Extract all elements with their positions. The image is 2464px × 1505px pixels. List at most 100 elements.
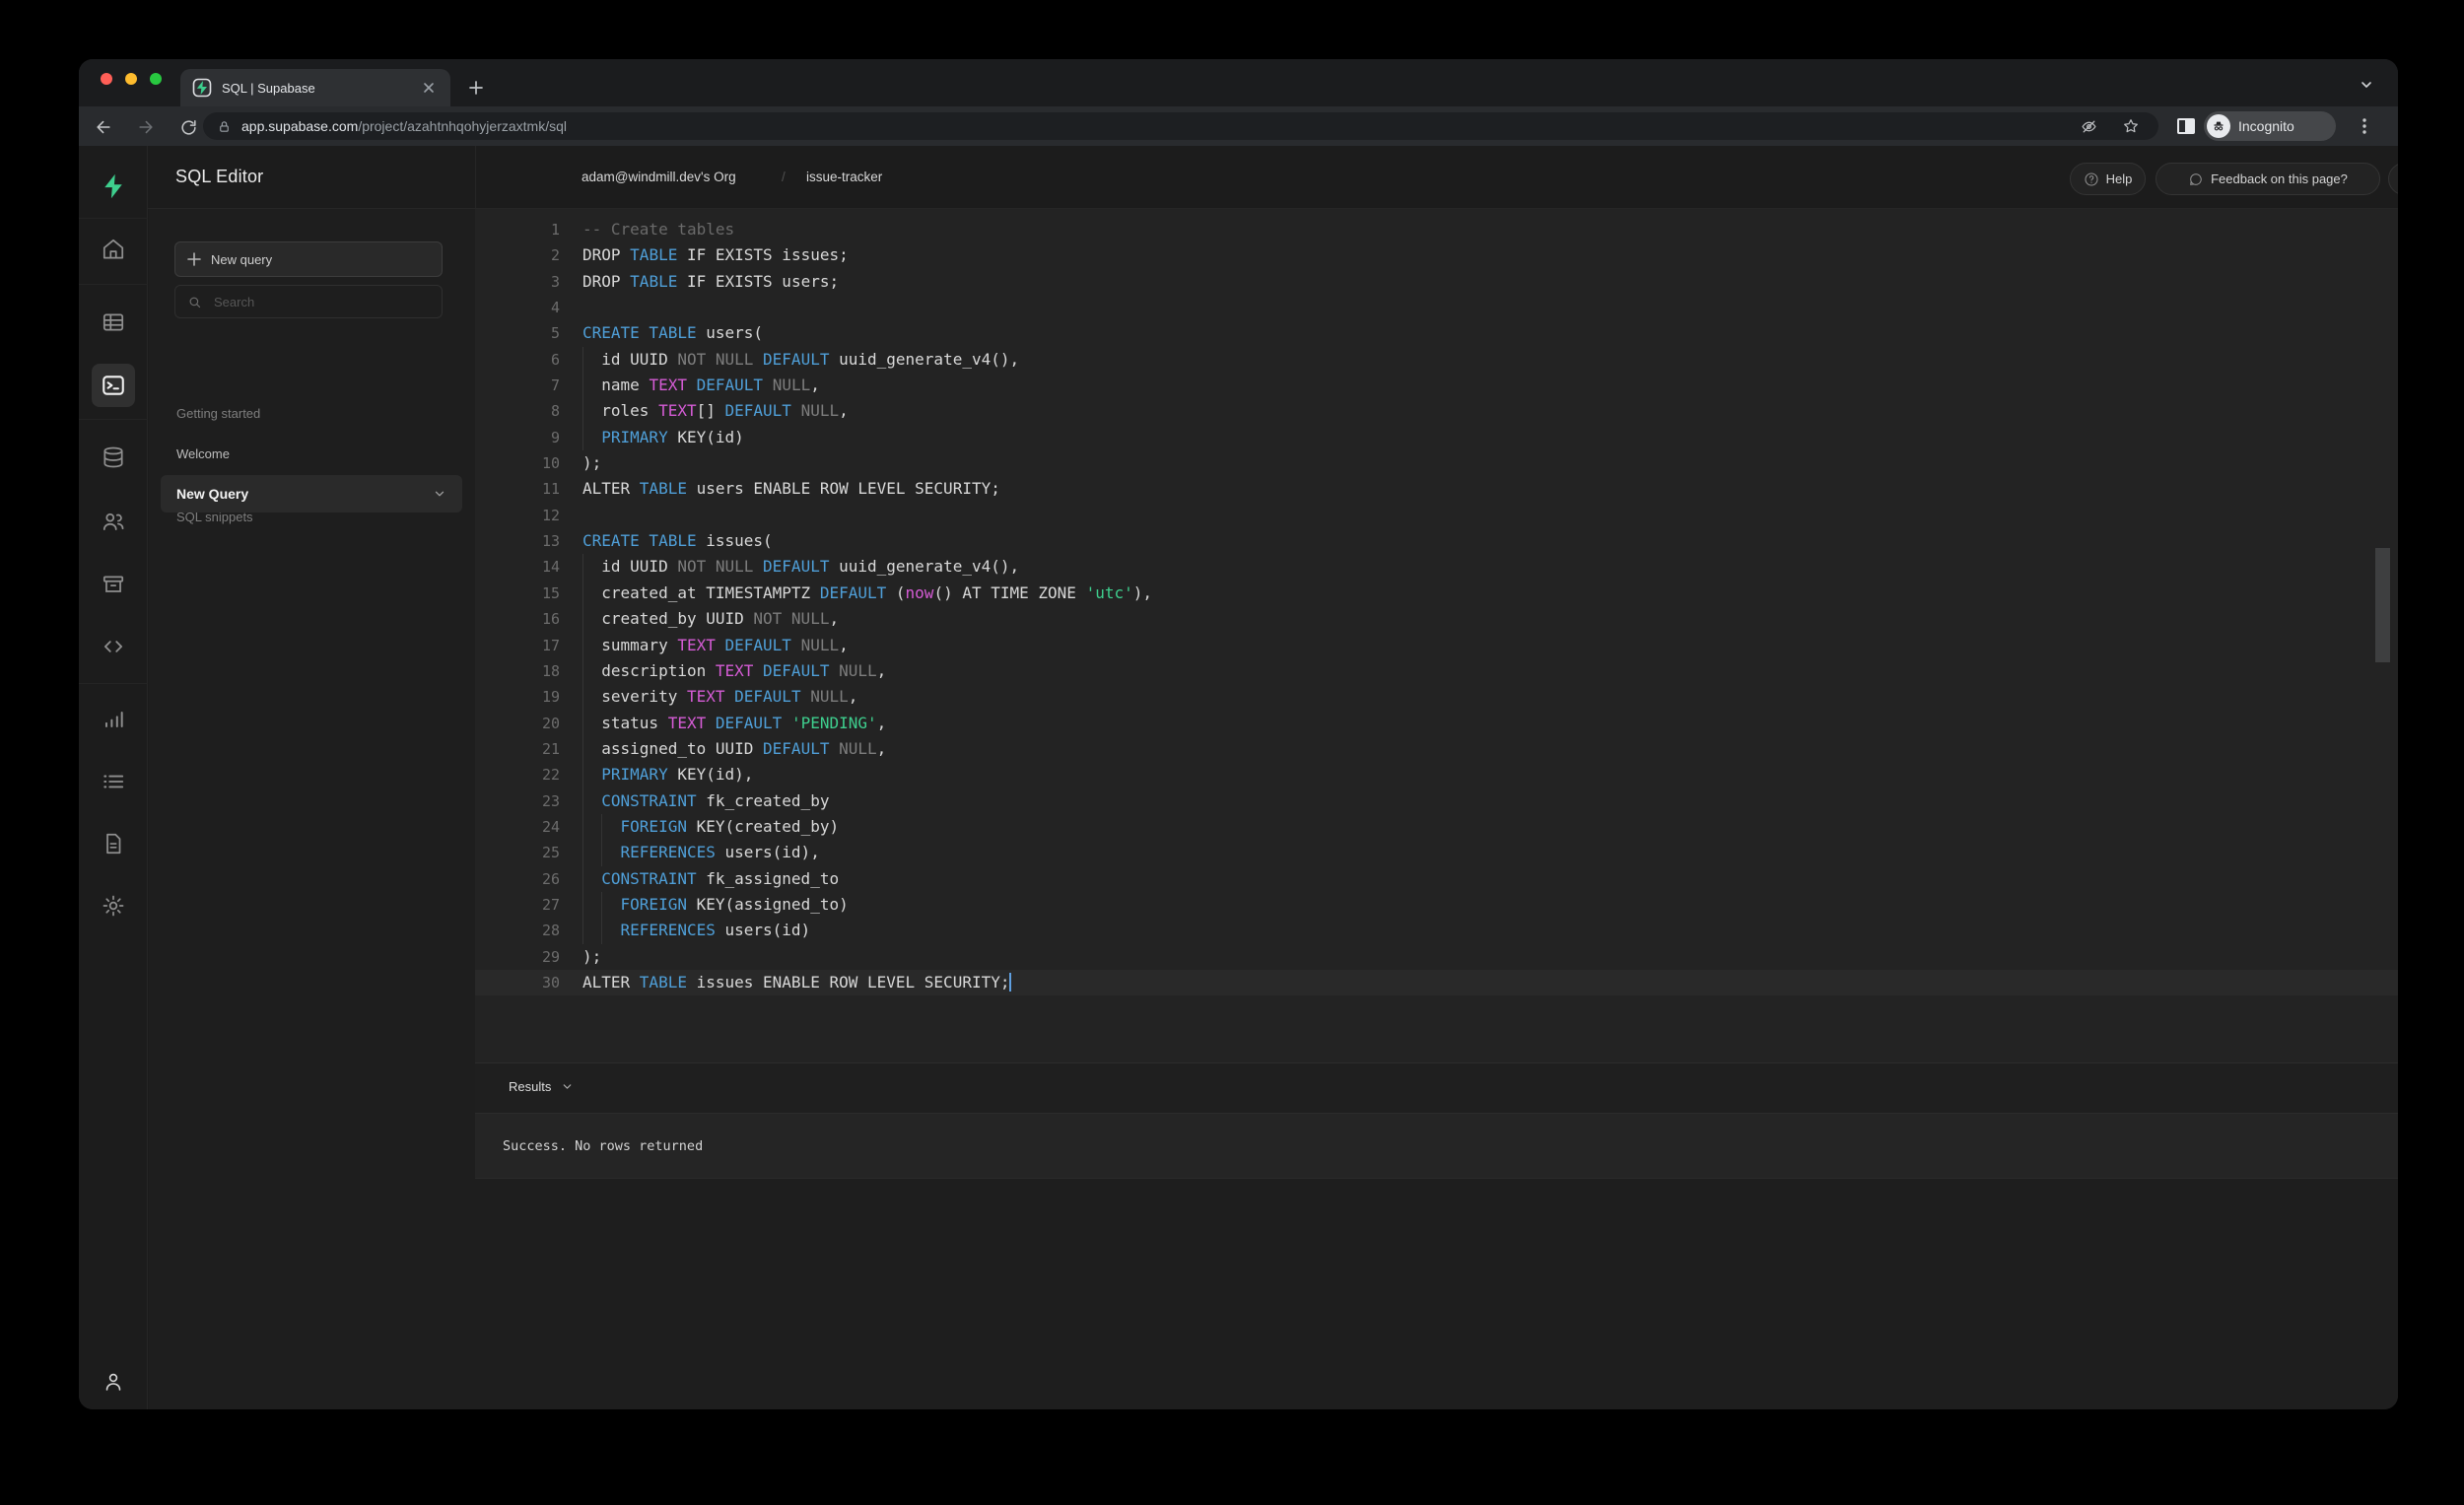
edge-functions-icon[interactable]: [79, 632, 148, 661]
code-line[interactable]: 30ALTER TABLE issues ENABLE ROW LEVEL SE…: [475, 970, 2398, 995]
breadcrumb-project[interactable]: issue-tracker: [806, 170, 882, 184]
side-panel-icon[interactable]: [2176, 117, 2196, 135]
indent-guide: [582, 866, 583, 892]
settings-icon[interactable]: [79, 891, 148, 921]
search-box[interactable]: [174, 285, 443, 318]
traffic-light-zoom[interactable]: [150, 73, 162, 85]
reports-icon[interactable]: [79, 705, 148, 734]
code-text: -- Create tables: [560, 217, 734, 242]
line-number: 27: [475, 892, 560, 918]
code-line[interactable]: 23 CONSTRAINT fk_created_by: [475, 788, 2398, 814]
sidebar-item-welcome[interactable]: Welcome: [176, 446, 230, 461]
results-message-row: Success. No rows returned: [475, 1114, 2398, 1179]
code-line[interactable]: 7 name TEXT DEFAULT NULL,: [475, 373, 2398, 398]
docs-icon[interactable]: [79, 829, 148, 858]
browser-menu-icon[interactable]: [2356, 116, 2373, 136]
bookmark-star-icon[interactable]: [2122, 117, 2140, 135]
code-line[interactable]: 28 REFERENCES users(id): [475, 918, 2398, 943]
code-line[interactable]: 15 created_at TIMESTAMPTZ DEFAULT (now()…: [475, 581, 2398, 606]
privacy-eye-off-icon[interactable]: [2081, 118, 2097, 135]
indent-guide: [582, 684, 583, 710]
storage-icon[interactable]: [79, 570, 148, 599]
editor-scrollbar[interactable]: [2375, 548, 2390, 662]
feedback-button[interactable]: Feedback on this page?: [2156, 163, 2380, 195]
code-text: summary TEXT DEFAULT NULL,: [560, 633, 849, 658]
code-text: roles TEXT[] DEFAULT NULL,: [560, 398, 849, 424]
line-number: 15: [475, 581, 560, 606]
search-input[interactable]: [212, 294, 409, 310]
query-sidebar: New query Getting started Welcome SQL sn…: [149, 209, 475, 1409]
indent-guide: [582, 788, 583, 814]
code-line[interactable]: 27 FOREIGN KEY(assigned_to): [475, 892, 2398, 918]
code-line[interactable]: 18 description TEXT DEFAULT NULL,: [475, 658, 2398, 684]
logs-icon[interactable]: [79, 767, 148, 796]
new-query-button[interactable]: New query: [174, 241, 443, 277]
code-line[interactable]: 22 PRIMARY KEY(id),: [475, 762, 2398, 787]
code-line[interactable]: 9 PRIMARY KEY(id): [475, 425, 2398, 450]
sidebar-item-new-query[interactable]: New Query: [161, 475, 462, 513]
code-line[interactable]: 3DROP TABLE IF EXISTS users;: [475, 269, 2398, 295]
lock-icon: [217, 119, 232, 134]
breadcrumb-org[interactable]: adam@windmill.dev's Org: [582, 170, 736, 184]
code-line[interactable]: 20 status TEXT DEFAULT 'PENDING',: [475, 711, 2398, 736]
code-line[interactable]: 5CREATE TABLE users(: [475, 320, 2398, 346]
new-tab-button[interactable]: [462, 74, 490, 102]
code-line[interactable]: 24 FOREIGN KEY(created_by): [475, 814, 2398, 840]
code-line[interactable]: 21 assigned_to UUID DEFAULT NULL,: [475, 736, 2398, 762]
reload-icon[interactable]: [175, 114, 201, 140]
code-line[interactable]: 1-- Create tables: [475, 217, 2398, 242]
account-icon[interactable]: [79, 1367, 148, 1397]
home-icon[interactable]: [79, 235, 148, 264]
rail-divider: [79, 683, 148, 684]
code-line[interactable]: 26 CONSTRAINT fk_assigned_to: [475, 866, 2398, 892]
indent-guide: [601, 918, 602, 943]
indent-guide: [582, 840, 583, 865]
auth-icon[interactable]: [79, 507, 148, 536]
sql-editor-icon[interactable]: [79, 371, 148, 400]
code-line[interactable]: 12: [475, 503, 2398, 528]
line-number: 22: [475, 762, 560, 787]
results-toolbar: Results RUN: [475, 1062, 2398, 1114]
back-icon[interactable]: [91, 114, 116, 140]
code-line[interactable]: 4: [475, 295, 2398, 320]
code-text: ALTER TABLE users ENABLE ROW LEVEL SECUR…: [560, 476, 1000, 502]
code-line[interactable]: 10);: [475, 450, 2398, 476]
code-line[interactable]: 16 created_by UUID NOT NULL,: [475, 606, 2398, 632]
line-number: 1: [475, 217, 560, 242]
browser-tab[interactable]: SQL | Supabase: [180, 69, 450, 106]
code-text: name TEXT DEFAULT NULL,: [560, 373, 820, 398]
chevron-down-icon: [561, 1080, 574, 1093]
code-line[interactable]: 2DROP TABLE IF EXISTS issues;: [475, 242, 2398, 268]
code-line[interactable]: 8 roles TEXT[] DEFAULT NULL,: [475, 398, 2398, 424]
indent-guide: [582, 633, 583, 658]
url-bar[interactable]: app.supabase.com/project/azahtnhqohyjerz…: [203, 112, 2158, 140]
traffic-light-minimize[interactable]: [125, 73, 137, 85]
code-text: ALTER TABLE issues ENABLE ROW LEVEL SECU…: [560, 970, 1011, 995]
line-number: 21: [475, 736, 560, 762]
help-icon: [2084, 171, 2099, 187]
incognito-label: Incognito: [2238, 118, 2294, 134]
line-number: 7: [475, 373, 560, 398]
code-line[interactable]: 19 severity TEXT DEFAULT NULL,: [475, 684, 2398, 710]
tab-search-chevron-icon[interactable]: [2352, 71, 2381, 99]
results-tab[interactable]: Results: [509, 1079, 574, 1094]
notifications-button[interactable]: [2388, 163, 2398, 195]
code-line[interactable]: 29);: [475, 944, 2398, 970]
results-label: Results: [509, 1079, 551, 1094]
code-line[interactable]: 13CREATE TABLE issues(: [475, 528, 2398, 554]
code-line[interactable]: 25 REFERENCES users(id),: [475, 840, 2398, 865]
forward-icon[interactable]: [133, 114, 159, 140]
sql-code-editor[interactable]: 1-- Create tables2DROP TABLE IF EXISTS i…: [475, 209, 2398, 1062]
url-text: app.supabase.com/project/azahtnhqohyjerz…: [241, 118, 567, 134]
code-line[interactable]: 6 id UUID NOT NULL DEFAULT uuid_generate…: [475, 347, 2398, 373]
supabase-logo[interactable]: [79, 171, 148, 201]
help-button[interactable]: Help: [2070, 163, 2146, 195]
traffic-light-close[interactable]: [101, 73, 112, 85]
code-line[interactable]: 11ALTER TABLE users ENABLE ROW LEVEL SEC…: [475, 476, 2398, 502]
tab-close-icon[interactable]: [421, 80, 437, 96]
line-number: 8: [475, 398, 560, 424]
database-icon[interactable]: [79, 443, 148, 472]
table-editor-icon[interactable]: [79, 308, 148, 337]
code-line[interactable]: 17 summary TEXT DEFAULT NULL,: [475, 633, 2398, 658]
code-line[interactable]: 14 id UUID NOT NULL DEFAULT uuid_generat…: [475, 554, 2398, 580]
